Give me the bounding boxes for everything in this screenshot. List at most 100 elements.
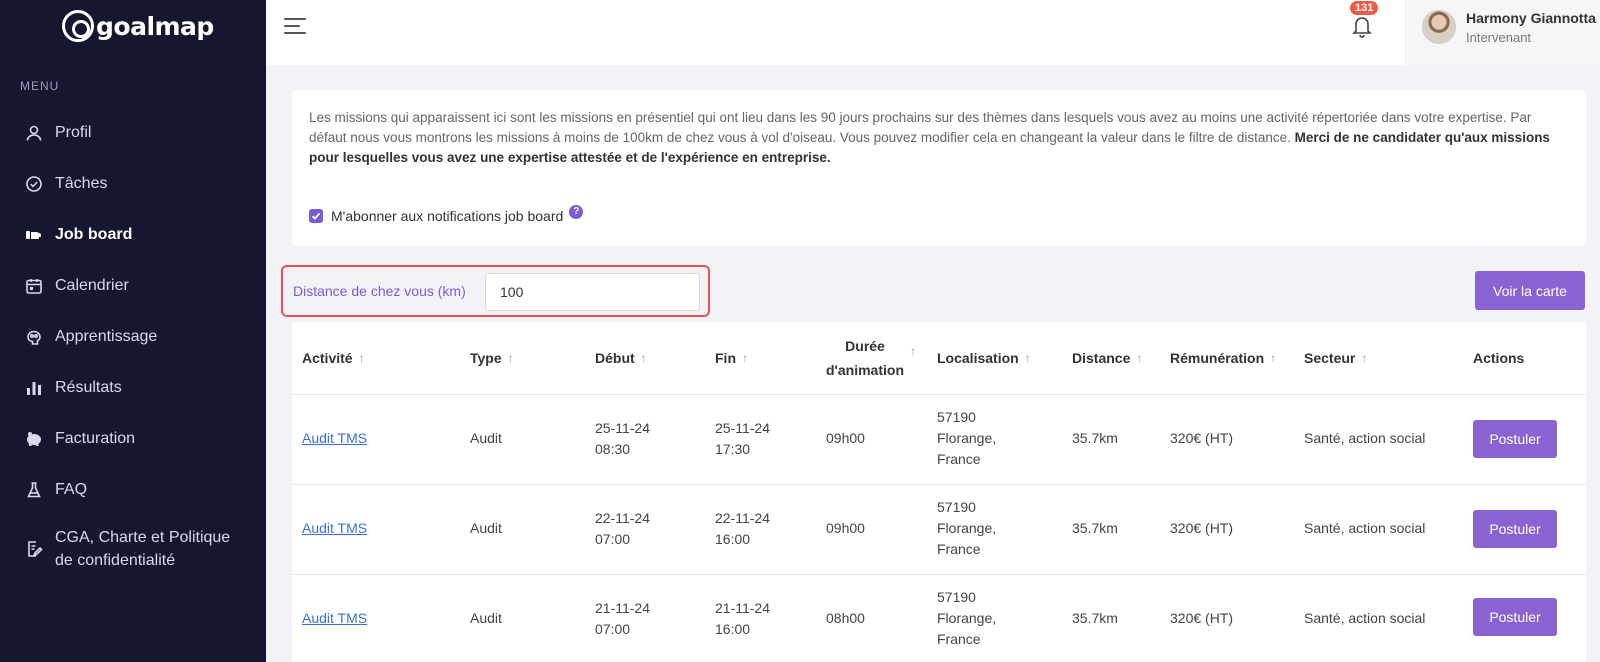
remuneration-cell: 320€ (HT) bbox=[1170, 520, 1234, 536]
sort-arrow-icon[interactable]: ↑ bbox=[359, 351, 365, 365]
remuneration-cell: 320€ (HT) bbox=[1170, 610, 1234, 626]
debut-cell: 25-11-24 08:30 bbox=[595, 420, 651, 457]
column-header-distance[interactable]: Distance ↑ bbox=[1072, 322, 1142, 394]
postuler-button[interactable]: Postuler bbox=[1473, 598, 1557, 636]
sort-arrow-icon[interactable]: ↑ bbox=[910, 344, 916, 358]
view-map-button[interactable]: Voir la carte bbox=[1475, 271, 1585, 310]
sidebar-item-label: Facturation bbox=[55, 429, 136, 447]
distance-filter: Distance de chez vous (km) bbox=[281, 265, 710, 317]
sidebar-item-faq[interactable]: FAQ bbox=[0, 464, 266, 515]
postuler-button[interactable]: Postuler bbox=[1473, 510, 1557, 548]
sidebar-item-label: Job board bbox=[55, 225, 133, 243]
activity-link[interactable]: Audit TMS bbox=[302, 520, 367, 536]
menu-title: MENU bbox=[20, 79, 60, 93]
subscribe-label[interactable]: M'abonner aux notifications job board bbox=[331, 206, 563, 226]
help-question-icon[interactable]: ? bbox=[569, 205, 584, 219]
document-edit-icon bbox=[25, 540, 43, 558]
distance-cell: 35.7km bbox=[1072, 520, 1118, 536]
sort-arrow-icon[interactable]: ↑ bbox=[1361, 351, 1367, 365]
column-header-type[interactable]: Type ↑ bbox=[470, 322, 514, 394]
sort-arrow-icon[interactable]: ↑ bbox=[742, 351, 748, 365]
sidebar-item-facturation[interactable]: Facturation bbox=[0, 413, 266, 464]
sidebar-item-calendrier[interactable]: Calendrier bbox=[0, 260, 266, 311]
sidebar-item-label: Profil bbox=[55, 123, 92, 141]
sidebar-item-label: Résultats bbox=[55, 378, 122, 396]
column-header-secteur[interactable]: Secteur ↑ bbox=[1304, 322, 1367, 394]
column-header-remuneration[interactable]: Rémunération ↑ bbox=[1170, 322, 1276, 394]
info-card: Les missions qui apparaissent ici sont l… bbox=[292, 90, 1586, 246]
column-header-activite[interactable]: Activité ↑ bbox=[302, 322, 365, 394]
localisation-cell: 57190 Florange, France bbox=[937, 409, 997, 467]
secteur-cell: Santé, action social bbox=[1304, 610, 1426, 626]
column-header-fin[interactable]: Fin ↑ bbox=[715, 322, 748, 394]
distance-cell: 35.7km bbox=[1072, 610, 1118, 626]
info-text: Les missions qui apparaissent ici sont l… bbox=[309, 110, 1550, 165]
localisation-cell: 57190 Florange, France bbox=[937, 589, 997, 647]
notification-bell-icon[interactable] bbox=[1351, 14, 1373, 38]
goalmap-logo[interactable]: goalmap bbox=[62, 10, 214, 42]
activity-link[interactable]: Audit TMS bbox=[302, 430, 367, 446]
flask-icon bbox=[25, 481, 43, 499]
duree-cell: 09h00 bbox=[826, 520, 865, 536]
duree-cell: 09h00 bbox=[826, 430, 865, 446]
fin-cell: 25-11-24 17:30 bbox=[715, 420, 771, 457]
sidebar-item-label: FAQ bbox=[55, 480, 88, 498]
sort-arrow-icon[interactable]: ↑ bbox=[1270, 351, 1276, 365]
user-role: Intervenant bbox=[1466, 30, 1532, 45]
postuler-button[interactable]: Postuler bbox=[1473, 420, 1557, 458]
type-cell: Audit bbox=[470, 610, 502, 626]
localisation-cell: 57190 Florange, France bbox=[937, 499, 997, 557]
remuneration-cell: 320€ (HT) bbox=[1170, 430, 1234, 446]
check-circle-icon bbox=[25, 175, 43, 193]
column-header-localisation[interactable]: Localisation ↑ bbox=[937, 322, 1031, 394]
debut-cell: 21-11-24 07:00 bbox=[595, 600, 651, 637]
sidebar-item-label: Tâches bbox=[55, 174, 108, 192]
missions-table: Activité ↑ Type ↑ Début ↑ Fin ↑ Durée d'anima… bbox=[292, 322, 1586, 662]
sort-arrow-icon[interactable]: ↑ bbox=[1136, 351, 1142, 365]
brain-icon bbox=[25, 328, 43, 346]
briefcase-icon bbox=[25, 226, 43, 244]
avatar bbox=[1422, 10, 1456, 44]
type-cell: Audit bbox=[470, 430, 502, 446]
secteur-cell: Santé, action social bbox=[1304, 430, 1426, 446]
sidebar-item-label: CGA, Charte et Politique de confidential… bbox=[55, 529, 231, 569]
fin-cell: 22-11-24 16:00 bbox=[715, 510, 771, 547]
type-cell: Audit bbox=[470, 520, 502, 536]
column-header-duree[interactable]: Durée d'animation ↑ bbox=[826, 322, 916, 394]
user-icon bbox=[25, 124, 43, 142]
sidebar-item-apprentissage[interactable]: Apprentissage bbox=[0, 311, 266, 362]
debut-cell: 22-11-24 07:00 bbox=[595, 510, 651, 547]
sidebar-item-label: Apprentissage bbox=[55, 327, 158, 345]
notification-badge: 131 bbox=[1350, 1, 1379, 15]
table-divider bbox=[292, 574, 1586, 575]
duree-cell: 08h00 bbox=[826, 610, 865, 626]
fin-cell: 21-11-24 16:00 bbox=[715, 600, 771, 637]
sidebar-nav: Profil Tâches Job board Calendrier Appre… bbox=[0, 107, 266, 583]
distance-input[interactable] bbox=[485, 273, 700, 311]
sidebar-item-profil[interactable]: Profil bbox=[0, 107, 266, 158]
sort-arrow-icon[interactable]: ↑ bbox=[641, 351, 647, 365]
top-bar: 131 Harmony Giannotta Intervenant bbox=[266, 0, 1600, 65]
activity-link[interactable]: Audit TMS bbox=[302, 610, 367, 626]
subscribe-checkbox-row: M'abonner aux notifications job board ? bbox=[309, 205, 584, 226]
sidebar: goalmap MENU Profil Tâches Job board Cal… bbox=[0, 0, 266, 662]
subscribe-checkbox[interactable] bbox=[309, 209, 323, 223]
distance-filter-label: Distance de chez vous (km) bbox=[293, 283, 466, 299]
bar-chart-icon bbox=[25, 379, 43, 397]
sidebar-item-label: Calendrier bbox=[55, 276, 129, 294]
table-divider bbox=[292, 484, 1586, 485]
column-header-actions: Actions bbox=[1473, 350, 1525, 366]
sort-arrow-icon[interactable]: ↑ bbox=[1025, 351, 1031, 365]
calendar-icon bbox=[25, 277, 43, 295]
sidebar-item-job-board[interactable]: Job board bbox=[0, 209, 266, 260]
brand-name: goalmap bbox=[96, 11, 214, 41]
hamburger-menu-icon[interactable] bbox=[284, 18, 306, 36]
user-menu[interactable]: Harmony Giannotta Intervenant bbox=[1404, 0, 1600, 65]
sidebar-item-resultats[interactable]: Résultats bbox=[0, 362, 266, 413]
sidebar-item-taches[interactable]: Tâches bbox=[0, 158, 266, 209]
sort-arrow-icon[interactable]: ↑ bbox=[508, 351, 514, 365]
column-header-debut[interactable]: Début ↑ bbox=[595, 322, 647, 394]
sidebar-item-cga[interactable]: CGA, Charte et Politique de confidential… bbox=[0, 515, 266, 583]
secteur-cell: Santé, action social bbox=[1304, 520, 1426, 536]
table-divider bbox=[292, 394, 1586, 395]
